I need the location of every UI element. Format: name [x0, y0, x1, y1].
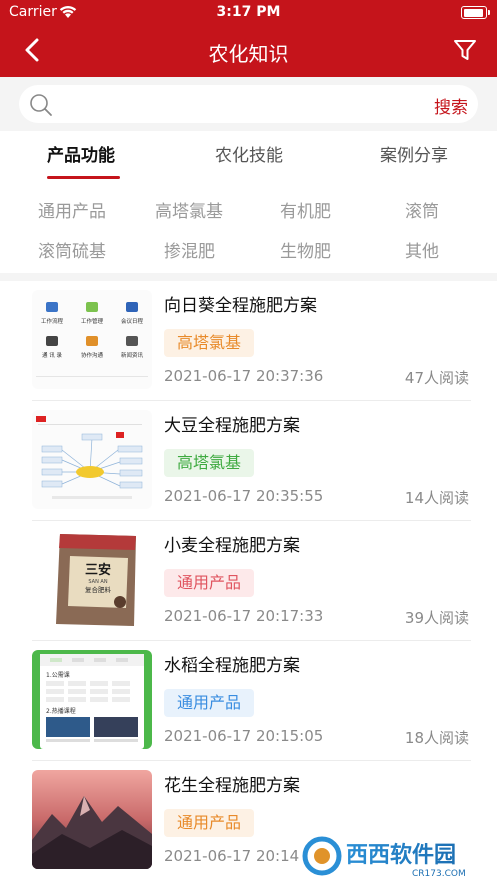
thumb-text: 通 讯 录: [42, 351, 62, 359]
article-thumbnail: [32, 770, 152, 869]
list-item[interactable]: 1.公需课 2.热播课程 水稻全程施肥方案 通用产品 2021-06-17 20…: [0, 641, 497, 761]
article-thumbnail: 工作流程 工作管理 会议日程 通 讯 录 协作沟通 新闻资讯: [32, 290, 152, 389]
article-thumbnail: [32, 410, 152, 509]
thumb-text: 1.公需课: [46, 671, 70, 679]
section-divider: [0, 273, 497, 281]
article-date: 2021-06-17 20:15:05: [164, 727, 324, 745]
app-screen: Carrier 3:17 PM 农化知识 搜索 产品功能 农化技能 案例分享 通…: [0, 0, 497, 883]
article-tag: 高塔氯基: [164, 449, 255, 477]
article-tag: 高塔氯基: [164, 329, 255, 357]
status-time: 3:17 PM: [216, 4, 281, 20]
list-item[interactable]: 三安 SAN AN 复合肥料 小麦全程施肥方案 通用产品 2021-06-17 …: [0, 521, 497, 641]
watermark-domain: CR173.COM: [412, 869, 466, 879]
search-icon: [30, 94, 52, 116]
tab-agro-skills[interactable]: 农化技能: [215, 141, 283, 166]
article-thumbnail: 1.公需课 2.热播课程: [32, 650, 152, 749]
category-organic[interactable]: 有机肥: [280, 197, 331, 222]
tab-case-sharing[interactable]: 案例分享: [380, 141, 448, 166]
thumb-text: 工作管理: [81, 317, 104, 325]
status-bar: Carrier 3:17 PM: [0, 0, 497, 26]
watermark-logo: 西西软件园 CR173.COM: [300, 828, 497, 883]
article-date: 2021-06-17 20:17:33: [164, 607, 324, 625]
article-title: 水稻全程施肥方案: [164, 656, 300, 676]
article-tag: 通用产品: [164, 809, 255, 837]
category-bio[interactable]: 生物肥: [280, 237, 331, 262]
category-other[interactable]: 其他: [405, 237, 439, 262]
header: Carrier 3:17 PM 农化知识: [0, 0, 497, 77]
category-general[interactable]: 通用产品: [38, 197, 106, 222]
article-tag: 通用产品: [164, 689, 255, 717]
category-filter: 通用产品 高塔氯基 有机肥 滚筒 滚筒硫基 掺混肥 生物肥 其他: [0, 179, 497, 271]
list-item[interactable]: 大豆全程施肥方案 高塔氯基 2021-06-17 20:35:55 14人阅读: [0, 401, 497, 521]
tab-product-function[interactable]: 产品功能: [47, 141, 115, 166]
battery-icon: [461, 6, 490, 19]
article-title: 小麦全程施肥方案: [164, 536, 300, 556]
article-title: 大豆全程施肥方案: [164, 416, 300, 436]
thumb-text: 2.热播课程: [46, 707, 76, 715]
tab-bar: 产品功能 农化技能 案例分享: [0, 131, 497, 179]
category-blended[interactable]: 掺混肥: [164, 237, 215, 262]
category-tower-chloride[interactable]: 高塔氯基: [155, 197, 223, 222]
article-read-count: 18人阅读: [404, 729, 469, 747]
page-title: 农化知识: [208, 42, 289, 66]
category-drum-sulfur[interactable]: 滚筒硫基: [38, 237, 106, 262]
thumb-text: 工作流程: [41, 317, 64, 325]
article-read-count: 47人阅读: [404, 369, 469, 387]
article-read-count: 14人阅读: [404, 489, 469, 507]
thumb-text: 三安: [85, 562, 111, 578]
search-bar-area: 搜索: [0, 77, 497, 131]
article-title: 向日葵全程施肥方案: [164, 296, 317, 316]
article-title: 花生全程施肥方案: [164, 776, 300, 796]
article-date: 2021-06-17 20:35:55: [164, 487, 324, 505]
article-thumbnail: 三安 SAN AN 复合肥料: [32, 530, 152, 629]
search-button[interactable]: 搜索: [434, 93, 468, 118]
category-drum[interactable]: 滚筒: [405, 197, 439, 222]
article-date: 2021-06-17 20:37:36: [164, 367, 324, 385]
thumb-text: 会议日程: [121, 317, 144, 325]
thumb-text: 复合肥料: [85, 585, 112, 594]
thumb-text: 协作沟通: [81, 351, 104, 359]
list-item[interactable]: 工作流程 工作管理 会议日程 通 讯 录 协作沟通 新闻资讯 向日葵全程施肥方案…: [0, 281, 497, 401]
article-tag: 通用产品: [164, 569, 255, 597]
article-date: 2021-06-17 20:14: [164, 847, 300, 865]
filter-button[interactable]: [451, 36, 479, 64]
thumb-text: SAN AN: [88, 579, 107, 585]
watermark-text: 西西软件园: [346, 842, 456, 868]
thumb-text: 新闻资讯: [121, 351, 144, 359]
article-read-count: 39人阅读: [404, 609, 469, 627]
search-box: 搜索: [19, 85, 478, 123]
search-input[interactable]: [61, 91, 401, 117]
